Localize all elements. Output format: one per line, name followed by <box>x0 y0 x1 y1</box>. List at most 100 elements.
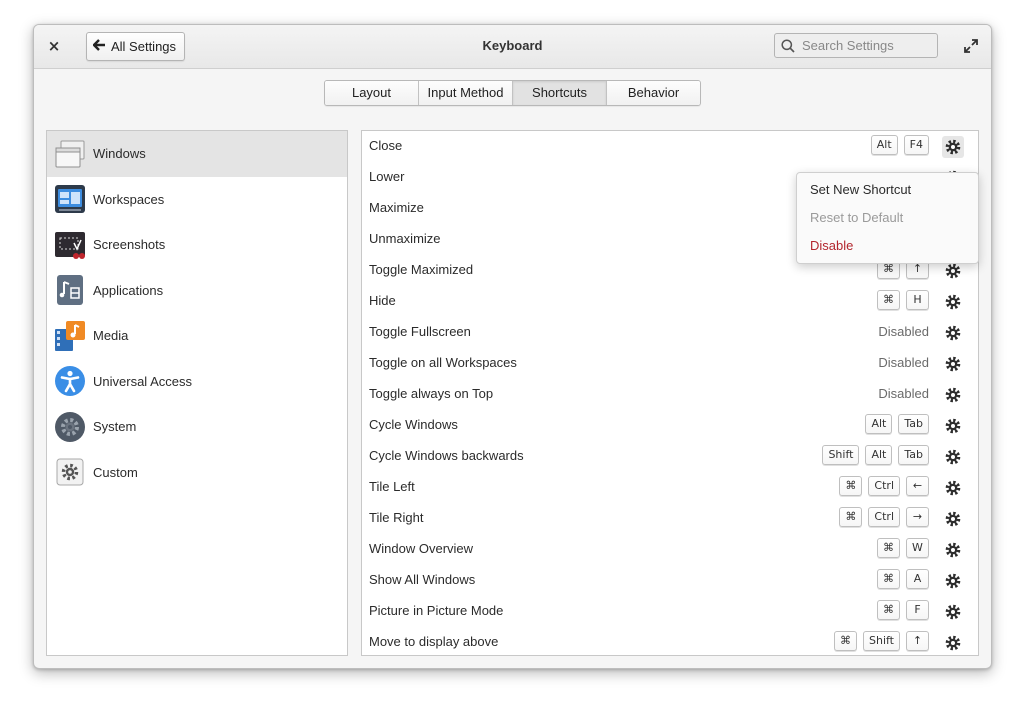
gear-icon <box>945 635 961 651</box>
shortcut-row: Cycle Windows backwards Shift Alt Tab <box>362 441 978 472</box>
sidebar-item-label: Workspaces <box>93 191 165 207</box>
custom-icon <box>56 458 84 486</box>
universal-access-icon <box>55 366 85 397</box>
set-new-shortcut-menu-item[interactable]: Set New Shortcut <box>797 176 978 204</box>
key-combination: Alt F4 <box>870 135 929 155</box>
key-cap: H <box>906 290 929 310</box>
shortcut-row: Cycle Windows Alt Tab <box>362 410 978 441</box>
shortcut-label: Lower <box>369 169 405 184</box>
sidebar-item-custom[interactable]: Custom <box>47 450 347 496</box>
sidebar-item-universal-access[interactable]: Universal Access <box>47 359 347 405</box>
tab-shortcuts[interactable]: Shortcuts <box>513 81 607 105</box>
sidebar-item-media[interactable]: Media <box>47 313 347 359</box>
key-cap: ← <box>906 476 929 496</box>
gear-icon <box>945 325 961 341</box>
sidebar-item-label: Media <box>93 328 129 344</box>
sidebar: Windows Workspaces Screenshots Applicati… <box>46 130 348 656</box>
key-cap: Tab <box>898 445 929 465</box>
shortcut-label: Toggle on all Workspaces <box>369 355 517 370</box>
disabled-status: Disabled <box>878 355 929 370</box>
shortcut-label: Tile Left <box>369 479 415 494</box>
shortcut-row: Toggle on all Workspaces Disabled <box>362 348 978 379</box>
key-combination: ⌘ Ctrl → <box>839 507 929 527</box>
shortcut-options-button[interactable] <box>942 570 964 592</box>
screenshots-icon <box>55 231 85 259</box>
tab-layout[interactable]: Layout <box>325 81 419 105</box>
gear-icon <box>945 542 961 558</box>
key-cap: Alt <box>865 445 893 465</box>
sidebar-item-label: Applications <box>93 282 164 298</box>
key-cap: W <box>906 538 929 558</box>
key-combination: ⌘ H <box>877 290 929 310</box>
key-combination: ⌘ F <box>877 600 929 620</box>
shortcut-row: Tile Right ⌘ Ctrl → <box>362 503 978 534</box>
shortcut-row: Window Overview ⌘ W <box>362 534 978 565</box>
gear-icon <box>945 480 961 496</box>
key-cap: ⌘ <box>839 507 863 527</box>
key-combination: ⌘ W <box>877 538 929 558</box>
reset-to-default-menu-item: Reset to Default <box>810 210 904 225</box>
shortcut-label: Close <box>369 138 403 153</box>
shortcut-row: Toggle Fullscreen Disabled <box>362 317 978 348</box>
gear-icon <box>945 604 961 620</box>
search-box[interactable] <box>774 33 938 58</box>
shortcut-label: Toggle Maximized <box>369 262 474 277</box>
key-cap: ⌘ <box>877 538 900 558</box>
shortcut-row: Picture in Picture Mode ⌘ F <box>362 596 978 627</box>
applications-icon <box>57 275 83 306</box>
sidebar-item-windows[interactable]: Windows <box>47 131 347 177</box>
shortcut-label: Maximize <box>369 200 424 215</box>
system-icon <box>55 411 85 442</box>
shortcut-options-button[interactable] <box>942 508 964 530</box>
key-cap: Tab <box>898 414 929 434</box>
key-combination: Shift Alt Tab <box>822 445 929 465</box>
shortcut-options-button[interactable] <box>942 384 964 406</box>
sidebar-item-workspaces[interactable]: Workspaces <box>47 177 347 223</box>
shortcut-label: Window Overview <box>369 541 474 556</box>
shortcut-label: Cycle Windows <box>369 417 458 432</box>
gear-icon <box>945 511 961 527</box>
gear-icon <box>945 387 961 403</box>
key-cap: Shift <box>822 445 860 465</box>
key-cap: ⌘ <box>877 569 900 589</box>
shortcut-options-button[interactable] <box>942 477 964 499</box>
shortcut-options-button[interactable] <box>942 446 964 468</box>
shortcut-label: Cycle Windows backwards <box>369 448 524 463</box>
shortcut-label: Show All Windows <box>369 572 476 587</box>
sidebar-item-system[interactable]: System <box>47 404 347 450</box>
shortcut-options-button[interactable] <box>942 632 964 654</box>
shortcut-options-button[interactable] <box>942 353 964 375</box>
header-bar: × All Settings Keyboard <box>34 25 991 69</box>
key-combination: Alt Tab <box>865 414 929 434</box>
shortcut-options-button[interactable] <box>942 322 964 344</box>
sidebar-item-screenshots[interactable]: Screenshots <box>47 222 347 268</box>
key-cap: ⌘ <box>877 600 900 620</box>
shortcut-options-button[interactable] <box>942 601 964 623</box>
key-cap: ⌘ <box>877 290 900 310</box>
shortcut-options-button[interactable] <box>942 136 964 158</box>
sidebar-item-label: Custom <box>93 464 138 480</box>
shortcut-options-button[interactable] <box>942 291 964 313</box>
shortcut-options-button[interactable] <box>942 415 964 437</box>
key-combination: ⌘ Ctrl ← <box>839 476 929 496</box>
keyboard-settings-window: × All Settings Keyboard Layout Input Met… <box>33 24 992 669</box>
shortcut-row: Move to display above ⌘ Shift ↑ <box>362 627 978 655</box>
sidebar-item-label: Universal Access <box>93 373 192 389</box>
key-cap: ⌘ <box>839 476 863 496</box>
shortcut-options-button[interactable] <box>942 539 964 561</box>
shortcut-label: Toggle always on Top <box>369 386 494 401</box>
sidebar-item-applications[interactable]: Applications <box>47 268 347 314</box>
key-cap: Alt <box>865 414 893 434</box>
key-cap: Ctrl <box>868 507 900 527</box>
shortcut-label: Move to display above <box>369 634 499 649</box>
tab-input-method[interactable]: Input Method <box>419 81 513 105</box>
search-input[interactable] <box>800 37 934 54</box>
sidebar-item-label: Screenshots <box>93 237 166 253</box>
key-cap: F4 <box>903 135 929 155</box>
maximize-button[interactable] <box>963 38 979 54</box>
workspaces-icon <box>55 185 85 214</box>
search-icon <box>781 38 795 53</box>
key-cap: Shift <box>862 631 900 651</box>
disable-menu-item[interactable]: Disable <box>797 232 978 260</box>
tab-behavior[interactable]: Behavior <box>607 81 700 105</box>
